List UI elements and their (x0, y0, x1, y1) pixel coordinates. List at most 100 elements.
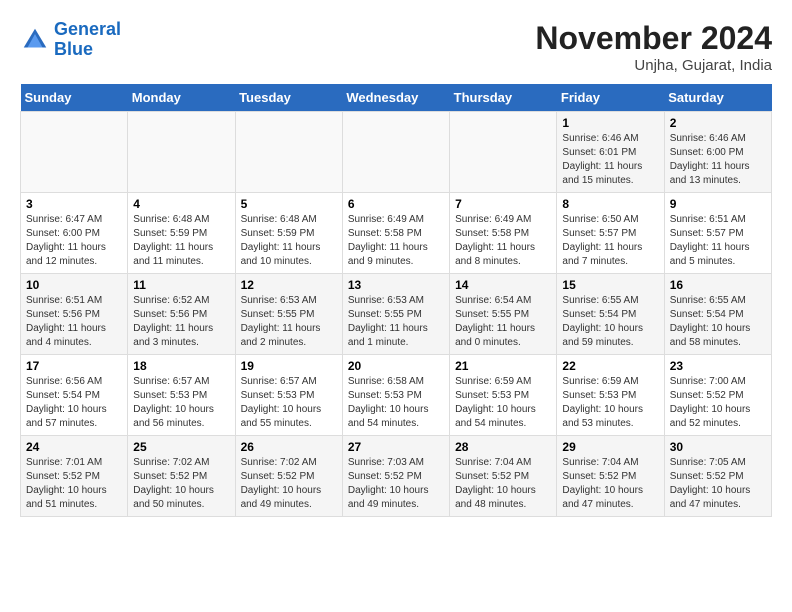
calendar-cell: 1 Sunrise: 6:46 AM Sunset: 6:01 PM Daylig… (557, 112, 664, 193)
calendar-cell (21, 112, 128, 193)
day-info: Sunrise: 7:01 AM Sunset: 5:52 PM Dayligh… (26, 456, 122, 512)
day-info: Sunrise: 6:53 AM Sunset: 5:55 PM Dayligh… (348, 294, 444, 350)
calendar-cell: 5Sunrise: 6:48 AM Sunset: 5:59 PM Daylig… (235, 193, 342, 274)
logo-line1: General (54, 19, 121, 39)
location: Unjha, Gujarat, India (535, 57, 772, 74)
day-info: Sunrise: 6:51 AM Sunset: 5:56 PM Dayligh… (26, 294, 122, 350)
day-info: Sunrise: 6:52 AM Sunset: 5:56 PM Dayligh… (133, 294, 229, 350)
day-number: 23 (670, 359, 766, 373)
day-number: 13 (348, 278, 444, 292)
col-header-sunday: Sunday (21, 84, 128, 112)
calendar-cell: 25Sunrise: 7:02 AM Sunset: 5:52 PM Dayli… (128, 436, 235, 517)
day-info: Sunrise: 6:55 AM Sunset: 5:54 PM Dayligh… (670, 294, 766, 350)
day-info: Sunrise: 6:55 AM Sunset: 5:54 PM Dayligh… (562, 294, 658, 350)
day-number: 16 (670, 278, 766, 292)
day-info: Sunrise: 7:00 AM Sunset: 5:52 PM Dayligh… (670, 375, 766, 431)
calendar-cell: 11 Sunrise: 6:52 AM Sunset: 5:56 PM Dayli… (128, 274, 235, 355)
calendar-cell: 21Sunrise: 6:59 AM Sunset: 5:53 PM Dayli… (450, 355, 557, 436)
day-number: 26 (241, 440, 337, 454)
calendar-cell: 6 Sunrise: 6:49 AM Sunset: 5:58 PM Daylig… (342, 193, 449, 274)
col-header-tuesday: Tuesday (235, 84, 342, 112)
calendar-cell: 4Sunrise: 6:48 AM Sunset: 5:59 PM Daylig… (128, 193, 235, 274)
calendar-cell: 24Sunrise: 7:01 AM Sunset: 5:52 PM Dayli… (21, 436, 128, 517)
day-number: 28 (455, 440, 551, 454)
day-number: 14 (455, 278, 551, 292)
calendar-cell: 19 Sunrise: 6:57 AM Sunset: 5:53 PM Dayli… (235, 355, 342, 436)
calendar-cell: 3 Sunrise: 6:47 AM Sunset: 6:00 PM Daylig… (21, 193, 128, 274)
col-header-monday: Monday (128, 84, 235, 112)
calendar-cell: 10 Sunrise: 6:51 AM Sunset: 5:56 PM Dayli… (21, 274, 128, 355)
day-info: Sunrise: 7:02 AM Sunset: 5:52 PM Dayligh… (133, 456, 229, 512)
page-header: General Blue November 2024 Unjha, Gujara… (20, 20, 772, 74)
day-info: Sunrise: 7:05 AM Sunset: 5:52 PM Dayligh… (670, 456, 766, 512)
calendar-cell: 8 Sunrise: 6:50 AM Sunset: 5:57 PM Daylig… (557, 193, 664, 274)
calendar-cell: 18 Sunrise: 6:57 AM Sunset: 5:53 PM Dayli… (128, 355, 235, 436)
calendar-cell: 9Sunrise: 6:51 AM Sunset: 5:57 PM Daylig… (664, 193, 771, 274)
day-info: Sunrise: 6:46 AM Sunset: 6:01 PM Dayligh… (562, 132, 658, 188)
logo-icon (20, 25, 50, 55)
day-info: Sunrise: 6:49 AM Sunset: 5:58 PM Dayligh… (455, 213, 551, 269)
calendar-cell: 17Sunrise: 6:56 AM Sunset: 5:54 PM Dayli… (21, 355, 128, 436)
day-number: 6 (348, 197, 444, 211)
day-number: 1 (562, 116, 658, 130)
col-header-thursday: Thursday (450, 84, 557, 112)
calendar-table: SundayMondayTuesdayWednesdayThursdayFrid… (20, 84, 772, 517)
col-header-friday: Friday (557, 84, 664, 112)
logo-line2: Blue (54, 39, 93, 59)
logo-text: General Blue (54, 20, 121, 60)
calendar-week-row: 24Sunrise: 7:01 AM Sunset: 5:52 PM Dayli… (21, 436, 772, 517)
day-number: 10 (26, 278, 122, 292)
calendar-cell: 28 Sunrise: 7:04 AM Sunset: 5:52 PM Dayli… (450, 436, 557, 517)
calendar-cell: 7 Sunrise: 6:49 AM Sunset: 5:58 PM Daylig… (450, 193, 557, 274)
day-number: 29 (562, 440, 658, 454)
day-number: 18 (133, 359, 229, 373)
day-info: Sunrise: 6:49 AM Sunset: 5:58 PM Dayligh… (348, 213, 444, 269)
calendar-header-row: SundayMondayTuesdayWednesdayThursdayFrid… (21, 84, 772, 112)
day-info: Sunrise: 7:03 AM Sunset: 5:52 PM Dayligh… (348, 456, 444, 512)
title-area: November 2024 Unjha, Gujarat, India (535, 20, 772, 74)
day-number: 7 (455, 197, 551, 211)
day-number: 30 (670, 440, 766, 454)
day-info: Sunrise: 6:59 AM Sunset: 5:53 PM Dayligh… (562, 375, 658, 431)
calendar-cell (450, 112, 557, 193)
day-number: 20 (348, 359, 444, 373)
day-info: Sunrise: 6:53 AM Sunset: 5:55 PM Dayligh… (241, 294, 337, 350)
day-number: 27 (348, 440, 444, 454)
col-header-saturday: Saturday (664, 84, 771, 112)
calendar-cell: 26 Sunrise: 7:02 AM Sunset: 5:52 PM Dayli… (235, 436, 342, 517)
day-number: 9 (670, 197, 766, 211)
calendar-cell: 12 Sunrise: 6:53 AM Sunset: 5:55 PM Dayli… (235, 274, 342, 355)
day-info: Sunrise: 6:50 AM Sunset: 5:57 PM Dayligh… (562, 213, 658, 269)
day-info: Sunrise: 6:48 AM Sunset: 5:59 PM Dayligh… (241, 213, 337, 269)
day-number: 3 (26, 197, 122, 211)
day-number: 11 (133, 278, 229, 292)
calendar-week-row: 1 Sunrise: 6:46 AM Sunset: 6:01 PM Daylig… (21, 112, 772, 193)
day-number: 19 (241, 359, 337, 373)
day-number: 8 (562, 197, 658, 211)
day-number: 12 (241, 278, 337, 292)
day-info: Sunrise: 6:57 AM Sunset: 5:53 PM Dayligh… (241, 375, 337, 431)
calendar-cell: 23 Sunrise: 7:00 AM Sunset: 5:52 PM Dayli… (664, 355, 771, 436)
calendar-week-row: 17Sunrise: 6:56 AM Sunset: 5:54 PM Dayli… (21, 355, 772, 436)
calendar-cell: 30 Sunrise: 7:05 AM Sunset: 5:52 PM Dayli… (664, 436, 771, 517)
calendar-cell: 15 Sunrise: 6:55 AM Sunset: 5:54 PM Dayli… (557, 274, 664, 355)
calendar-cell: 2Sunrise: 6:46 AM Sunset: 6:00 PM Daylig… (664, 112, 771, 193)
calendar-cell: 27 Sunrise: 7:03 AM Sunset: 5:52 PM Dayli… (342, 436, 449, 517)
calendar-cell: 16 Sunrise: 6:55 AM Sunset: 5:54 PM Dayli… (664, 274, 771, 355)
calendar-week-row: 3 Sunrise: 6:47 AM Sunset: 6:00 PM Daylig… (21, 193, 772, 274)
day-info: Sunrise: 7:04 AM Sunset: 5:52 PM Dayligh… (455, 456, 551, 512)
calendar-cell: 29Sunrise: 7:04 AM Sunset: 5:52 PM Dayli… (557, 436, 664, 517)
day-info: Sunrise: 6:58 AM Sunset: 5:53 PM Dayligh… (348, 375, 444, 431)
day-number: 21 (455, 359, 551, 373)
calendar-cell (235, 112, 342, 193)
day-info: Sunrise: 6:56 AM Sunset: 5:54 PM Dayligh… (26, 375, 122, 431)
day-number: 15 (562, 278, 658, 292)
day-number: 4 (133, 197, 229, 211)
day-info: Sunrise: 7:02 AM Sunset: 5:52 PM Dayligh… (241, 456, 337, 512)
day-info: Sunrise: 6:57 AM Sunset: 5:53 PM Dayligh… (133, 375, 229, 431)
calendar-cell (128, 112, 235, 193)
calendar-cell (342, 112, 449, 193)
day-info: Sunrise: 6:54 AM Sunset: 5:55 PM Dayligh… (455, 294, 551, 350)
day-info: Sunrise: 6:47 AM Sunset: 6:00 PM Dayligh… (26, 213, 122, 269)
day-number: 22 (562, 359, 658, 373)
